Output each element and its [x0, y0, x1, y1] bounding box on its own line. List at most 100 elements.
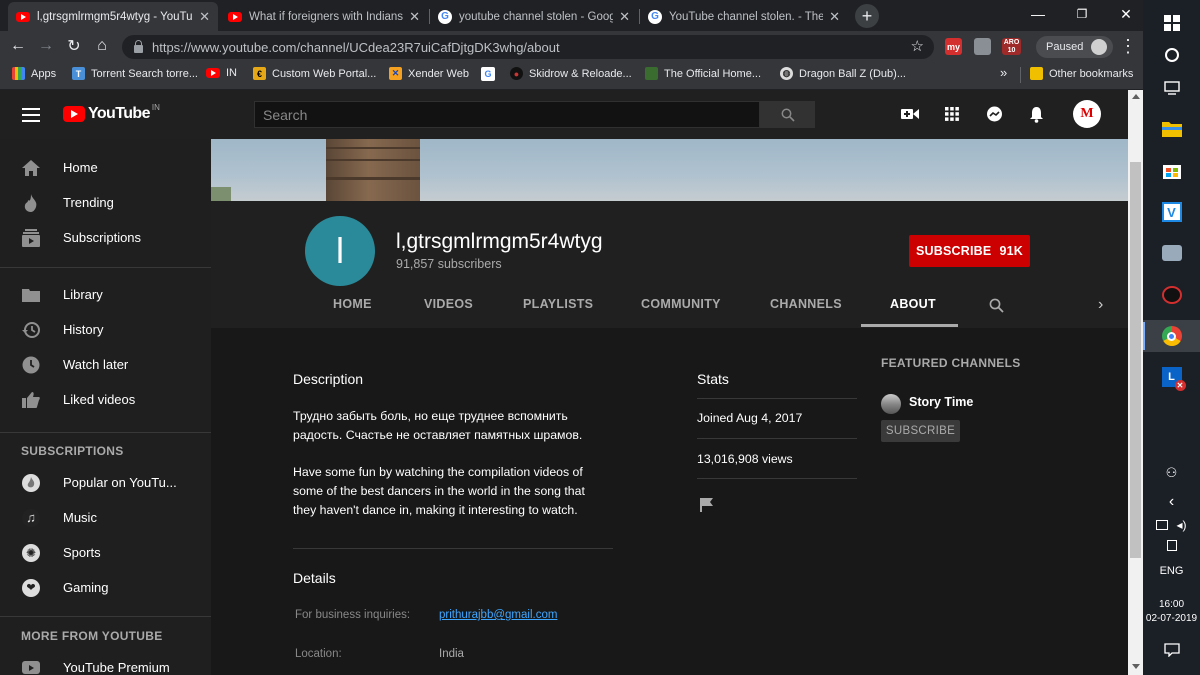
bookmark-item[interactable]: ◍ Dragon Ball Z (Dub)... — [780, 67, 906, 80]
youtube-logo[interactable]: YouTube IN — [63, 103, 160, 123]
extension-my-icon[interactable]: my — [945, 38, 962, 55]
business-email-link[interactable]: prithurajbb@gmail.com — [439, 609, 557, 621]
app-icon[interactable] — [1143, 241, 1200, 265]
sidebar-item-music[interactable]: ♫ Music — [0, 500, 211, 535]
bookmark-item[interactable]: € Custom Web Portal... — [253, 67, 376, 80]
featured-subscribe-button[interactable]: SUBSCRIBE — [881, 420, 960, 442]
official-home-favicon-icon — [645, 67, 658, 80]
bookmarks-overflow-button[interactable]: » — [1000, 65, 1007, 80]
search-button[interactable] — [760, 101, 815, 128]
notifications-bell-icon[interactable] — [1029, 106, 1044, 123]
clock-time[interactable]: 16:00 — [1143, 597, 1200, 611]
bookmark-star-icon[interactable]: ☆ — [911, 37, 924, 55]
restore-button[interactable]: ❐ — [1065, 0, 1099, 28]
reload-icon[interactable]: ↻ — [62, 34, 86, 58]
browser-tab-active[interactable]: l,gtrsgmlrmgm5r4wtyg - YouTube ✕ — [8, 2, 218, 31]
task-view-icon[interactable] — [1143, 77, 1200, 99]
geforce-icon[interactable] — [1143, 283, 1200, 307]
channel-avatar[interactable]: l — [305, 216, 375, 286]
windows-start-icon[interactable] — [1143, 12, 1200, 34]
tab-close-icon[interactable]: ✕ — [829, 9, 840, 25]
sidebar-item-history[interactable]: History — [0, 312, 211, 347]
extension-aro-icon[interactable]: ARO 10 — [1002, 38, 1021, 55]
home-icon[interactable]: ⌂ — [90, 34, 114, 58]
browser-tab[interactable]: What if foreigners with Indians dance ✕ — [220, 2, 428, 31]
page-scrollbar[interactable] — [1128, 90, 1143, 675]
sidebar-item-subscriptions[interactable]: Subscriptions — [0, 220, 211, 255]
hamburger-menu-icon[interactable] — [22, 108, 40, 122]
bookmark-item[interactable]: G — [481, 67, 501, 81]
sidebar-item-popular[interactable]: Popular on YouTu... — [0, 465, 211, 500]
tab-home[interactable]: HOME — [333, 297, 372, 311]
url-text[interactable]: https://www.youtube.com/channel/UCdea23R… — [152, 40, 560, 55]
bookmark-item[interactable]: IN — [206, 67, 237, 79]
clock-date[interactable]: 02-07-2019 — [1143, 611, 1200, 625]
people-icon[interactable]: ⚇ — [1143, 463, 1200, 483]
clock-icon — [22, 356, 40, 374]
search-cortana-icon[interactable] — [1143, 44, 1200, 66]
forward-arrow-icon[interactable]: → — [34, 34, 58, 58]
bookmark-item[interactable]: T Torrent Search torre... — [72, 67, 198, 80]
minimize-button[interactable]: — — [1021, 0, 1055, 28]
sidebar-item-home[interactable]: Home — [0, 150, 211, 185]
scroll-down-arrow-icon[interactable] — [1132, 664, 1140, 669]
sidebar-item-library[interactable]: Library — [0, 277, 211, 312]
scroll-up-arrow-icon[interactable] — [1132, 94, 1140, 99]
extension-icon[interactable] — [974, 38, 991, 55]
bookmark-item[interactable]: ✕ Xender Web — [389, 67, 469, 80]
action-icon[interactable] — [1143, 537, 1200, 553]
browser-tab[interactable]: G youtube channel stolen - Google Search… — [430, 2, 638, 31]
profile-paused-button[interactable]: Paused — [1036, 36, 1114, 58]
menu-dots-icon[interactable]: ⋮ — [1116, 34, 1140, 58]
subscribe-button[interactable]: SUBSCRIBE 91K — [909, 235, 1030, 267]
profile-avatar — [1091, 39, 1108, 55]
tab-about[interactable]: ABOUT — [890, 297, 936, 311]
tab-close-icon[interactable]: ✕ — [409, 9, 420, 25]
apps-grid-icon[interactable] — [945, 107, 959, 121]
file-explorer-icon[interactable] — [1143, 117, 1200, 141]
address-bar[interactable]: https://www.youtube.com/channel/UCdea23R… — [122, 35, 934, 59]
tabs-scroll-right-chevron-icon[interactable]: › — [1098, 296, 1103, 314]
sidebar-item-youtube-premium[interactable]: YouTube Premium — [0, 650, 211, 675]
tab-community[interactable]: COMMUNITY — [641, 297, 721, 311]
sports-icon: ✺ — [22, 543, 40, 562]
tab-close-icon[interactable]: ✕ — [199, 9, 210, 25]
back-arrow-icon[interactable]: ← — [6, 34, 30, 58]
chrome-taskbar-icon[interactable] — [1143, 320, 1200, 352]
scrollbar-thumb[interactable] — [1130, 162, 1141, 558]
outlook-icon[interactable]: L ✕ — [1143, 365, 1200, 391]
messages-icon[interactable] — [986, 106, 1003, 123]
stats-divider — [697, 438, 857, 439]
language-indicator[interactable]: ENG — [1143, 563, 1200, 579]
search-input[interactable]: Search — [254, 101, 760, 128]
bookmark-apps[interactable]: Apps — [12, 67, 56, 80]
create-video-icon[interactable] — [901, 107, 919, 121]
featured-channel-name[interactable]: Story Time — [909, 395, 973, 409]
notifications-icon[interactable] — [1143, 640, 1200, 660]
store-icon[interactable] — [1143, 158, 1200, 182]
sidebar-item-liked-videos[interactable]: Liked videos — [0, 382, 211, 417]
tab-close-icon[interactable]: ✕ — [619, 9, 630, 25]
sidebar-item-trending[interactable]: Trending — [0, 185, 211, 220]
bookmark-item[interactable]: ● Skidrow & Reloade... — [510, 67, 632, 80]
network-icon[interactable] — [1156, 520, 1169, 530]
close-window-button[interactable]: ✕ — [1109, 0, 1143, 28]
show-hidden-icons-chevron-icon[interactable]: ‹ — [1143, 492, 1200, 512]
featured-channel-avatar[interactable] — [881, 394, 901, 414]
sidebar-item-watch-later[interactable]: Watch later — [0, 347, 211, 382]
tab-channels[interactable]: CHANNELS — [770, 297, 842, 311]
new-tab-button[interactable]: + — [855, 4, 879, 28]
bookmark-item[interactable]: The Official Home... — [645, 67, 761, 80]
v-app-icon[interactable]: V — [1143, 200, 1200, 224]
browser-tab[interactable]: G YouTube channel stolen. - The Google ✕ — [640, 2, 848, 31]
volume-icon[interactable]: ◂) — [1176, 518, 1186, 532]
other-bookmarks[interactable]: Other bookmarks — [1030, 67, 1133, 80]
sidebar-item-sports[interactable]: ✺ Sports — [0, 535, 211, 570]
tab-playlists[interactable]: PLAYLISTS — [523, 297, 593, 311]
tab-title: YouTube channel stolen. - The Google — [669, 10, 824, 23]
sidebar-item-gaming[interactable]: ❤ Gaming — [0, 570, 211, 605]
tab-videos[interactable]: VIDEOS — [424, 297, 473, 311]
report-flag-icon[interactable] — [700, 498, 713, 512]
account-avatar[interactable]: M — [1073, 100, 1101, 128]
channel-search-icon[interactable] — [989, 298, 1004, 313]
